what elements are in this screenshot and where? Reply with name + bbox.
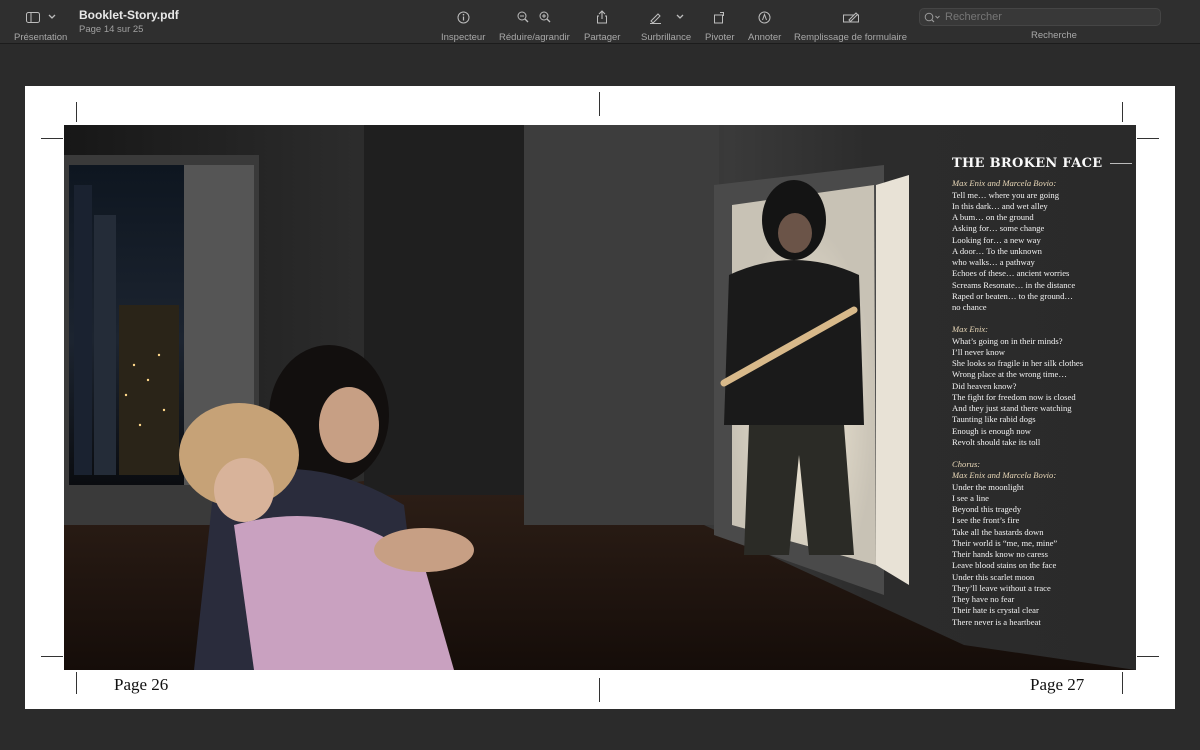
share-icon — [597, 10, 608, 24]
search-input[interactable] — [943, 10, 1147, 24]
form-fill-button[interactable]: Remplissage de formulaire — [794, 8, 907, 43]
sidebar-icon — [25, 11, 40, 23]
lyric-line: Did heaven know? — [952, 380, 1017, 391]
zoom-control[interactable]: Réduire/agrandir — [499, 8, 570, 43]
inspector-label: Inspecteur — [441, 32, 486, 43]
lyric-line: They have no fear — [952, 594, 1015, 604]
lyric-line: The fight for freedom now is closed — [952, 391, 1076, 402]
zoom-label: Réduire/agrandir — [499, 32, 570, 43]
lyric-line: who walks… a pathway — [952, 257, 1035, 267]
document-name: Booklet-Story.pdf — [79, 8, 179, 22]
crop-mark — [1137, 138, 1159, 139]
chevron-down-icon[interactable] — [676, 14, 684, 20]
document-title: Booklet-Story.pdf Page 14 sur 25 — [79, 8, 179, 35]
lyrics-panel: THE BROKEN FACE Max Enix and Marcela Bov… — [952, 156, 1132, 639]
lyric-line: Echoes of these… ancient worries — [952, 268, 1070, 279]
lyric-line: Take all the bastards down — [952, 526, 1044, 537]
lyric-line: Their world is “me, me, mine” — [952, 537, 1058, 548]
search-label: Recherche — [1031, 30, 1077, 41]
lyric-line: They’ll leave without a trace — [952, 582, 1051, 593]
lyric-line: Looking for… a new way — [952, 234, 1041, 245]
lyric-line: I see a line — [952, 492, 989, 503]
lyric-line: Beyond this tragedy — [952, 504, 1022, 514]
lyric-line: Revolt should take its toll — [952, 436, 1041, 447]
crop-mark — [1137, 656, 1159, 657]
crop-mark — [1122, 672, 1123, 694]
crop-mark — [599, 92, 600, 116]
stanza-credit: Max Enix: — [952, 324, 989, 335]
highlight-label: Surbrillance — [641, 32, 692, 43]
markup-pen-icon — [758, 11, 771, 23]
lyric-line: A door… To the unknown — [952, 245, 1042, 256]
zoom-in-icon[interactable] — [539, 11, 551, 23]
page-number-right: Page 27 — [1030, 675, 1085, 694]
search-icon — [924, 12, 940, 22]
lyric-line: Tell me… where you are going — [952, 189, 1060, 200]
annotate-label: Annoter — [748, 32, 782, 43]
page-number-left: Page 26 — [114, 675, 169, 694]
document-page: THE BROKEN FACE Max Enix and Marcela Bov… — [25, 86, 1175, 709]
crop-mark — [599, 678, 600, 702]
lyric-line: And they just stand there watching — [952, 403, 1072, 413]
song-title-text: THE BROKEN FACE — [952, 156, 1103, 171]
lyric-line: Raped or beaten… to the ground… — [952, 290, 1073, 301]
title-rule — [1110, 163, 1132, 165]
stanza-credit: Chorus: — [952, 459, 981, 469]
lyric-line: I’ll never know — [952, 346, 1005, 357]
lyric-line: Asking for… some change — [952, 223, 1045, 234]
lyric-line: no chance — [952, 302, 987, 312]
lyric-line: I see the front’s fire — [952, 515, 1020, 526]
chevron-down-icon — [48, 14, 56, 19]
stanza-1: Max Enix and Marcela Bovio: Tell me… whe… — [952, 178, 1132, 313]
document-page-indicator: Page 14 sur 25 — [79, 24, 144, 35]
lyric-line: Leave blood stains on the face — [952, 560, 1057, 571]
rotate-button[interactable]: Pivoter — [705, 8, 735, 43]
booklet-spread: THE BROKEN FACE Max Enix and Marcela Bov… — [64, 125, 1136, 670]
toolbar: Présentation Booklet-Story.pdf Page 14 s… — [0, 0, 1200, 44]
zoom-out-icon[interactable] — [517, 11, 529, 23]
stanza-3: Chorus: Max Enix and Marcela Bovio: Unde… — [952, 459, 1132, 628]
stanza-credit-2: Max Enix and Marcela Bovio: — [952, 470, 1057, 481]
crop-mark — [41, 138, 63, 139]
lyric-line: Wrong place at the wrong time… — [952, 369, 1067, 380]
lyric-line: Under this scarlet moon — [952, 571, 1035, 582]
info-icon — [457, 11, 470, 23]
lyric-line: Their hate is crystal clear — [952, 605, 1039, 616]
highlight-button[interactable]: Surbrillance — [641, 8, 691, 43]
rotate-icon — [714, 11, 725, 23]
lyric-line: There never is a heartbeat — [952, 616, 1041, 627]
lyric-line: What’s going on in their minds? — [952, 335, 1063, 346]
lyric-line: Their hands know no caress — [952, 549, 1048, 559]
annotate-button[interactable]: Annoter — [748, 8, 781, 43]
crop-mark — [76, 672, 77, 694]
crop-mark — [76, 102, 77, 122]
form-fill-icon — [842, 12, 859, 23]
stanza-credit: Max Enix and Marcela Bovio: — [952, 178, 1057, 189]
lyric-line: Under the moonlight — [952, 481, 1024, 492]
lyric-line: A bum… on the ground — [952, 212, 1034, 222]
share-label: Partager — [584, 32, 621, 43]
inspector-button[interactable]: Inspecteur — [441, 8, 485, 43]
lyric-line: In this dark… and wet alley — [952, 200, 1048, 211]
lyric-line: Taunting like rabid dogs — [952, 414, 1036, 425]
form-fill-label: Remplissage de formulaire — [794, 32, 907, 43]
lyric-line: She looks so fragile in her silk clothes — [952, 358, 1084, 368]
lyric-line: Enough is enough now — [952, 425, 1032, 436]
song-title: THE BROKEN FACE — [952, 156, 1132, 171]
crop-mark — [1122, 102, 1123, 122]
presentation-button[interactable]: Présentation — [14, 8, 67, 43]
stanza-2: Max Enix: What’s going on in their minds… — [952, 324, 1132, 448]
presentation-label: Présentation — [14, 32, 68, 43]
lyric-line: Screams Resonate… in the distance — [952, 279, 1076, 290]
search-field[interactable] — [919, 8, 1161, 26]
rotate-label: Pivoter — [705, 32, 735, 43]
crop-mark — [41, 656, 63, 657]
share-button[interactable]: Partager — [584, 8, 620, 43]
highlighter-icon — [649, 12, 661, 24]
